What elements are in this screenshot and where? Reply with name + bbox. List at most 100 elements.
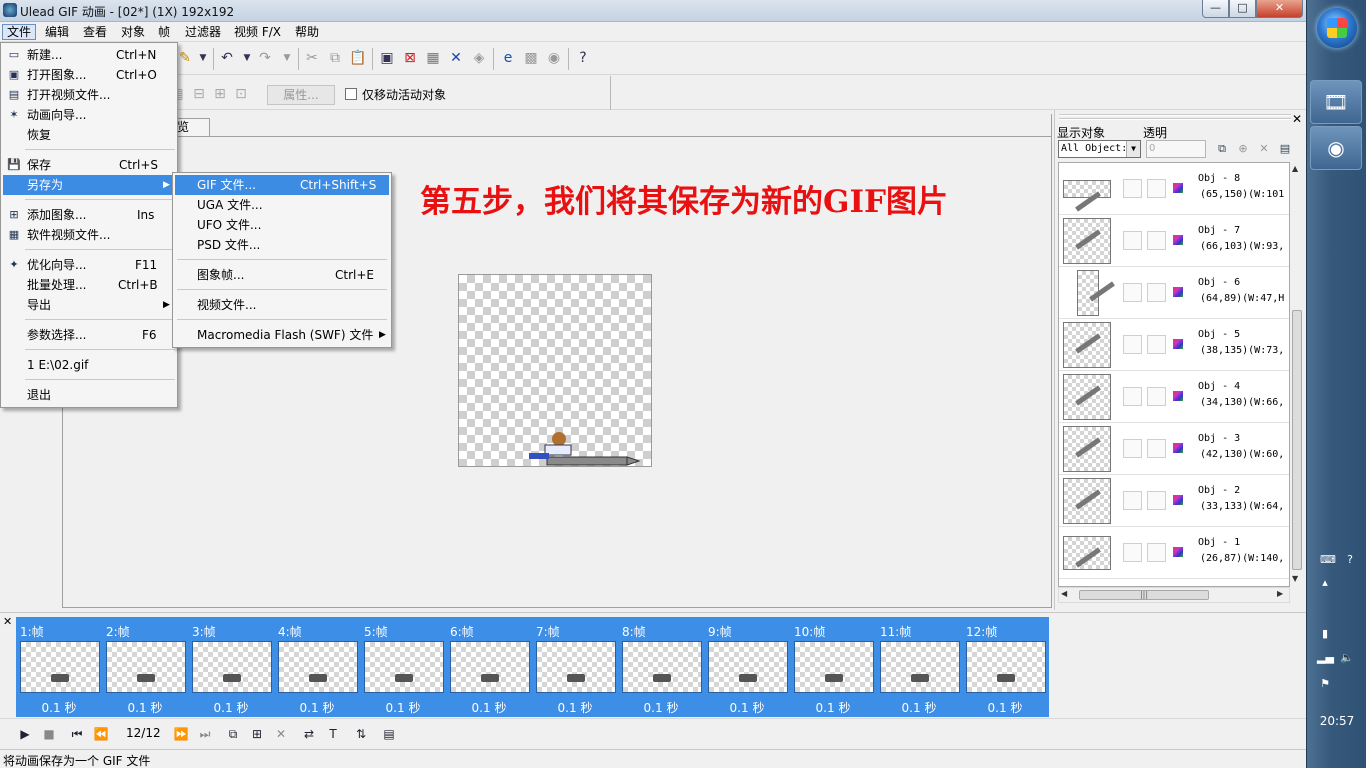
add-frame-icon[interactable]: ⧉ [224,725,242,743]
frame-delay[interactable]: 0.1 秒 [360,699,446,716]
frame-delay[interactable]: 0.1 秒 [704,699,790,716]
play-icon[interactable]: ▶ [16,725,34,743]
properties-button[interactable]: 属性... [267,85,335,105]
duplicate-frame-icon[interactable]: ⊞ [248,725,266,743]
object-row[interactable]: Obj - 3 (42,130)(W:60, [1059,423,1289,475]
next-frame-icon[interactable]: ⏩ [172,725,190,743]
frame-delay[interactable]: 0.1 秒 [16,699,102,716]
paste-icon[interactable]: 📋 [349,49,367,67]
frame-item[interactable]: 2:帧 0.1 秒 [102,617,188,717]
object-row[interactable]: Obj - 5 (38,135)(W:73, [1059,319,1289,371]
object-visibility-box[interactable] [1123,231,1142,250]
menu-file[interactable]: 文件 [2,24,37,40]
frame-item[interactable]: 9:帧 0.1 秒 [704,617,790,717]
copy-icon[interactable]: ⧉ [326,49,344,67]
object-row[interactable]: Obj - 8 (65,150)(W:101 [1059,163,1289,215]
menu-filter[interactable]: 过滤器 [181,24,225,40]
frame-delay[interactable]: 0.1 秒 [532,699,618,716]
frame-delay[interactable]: 0.1 秒 [618,699,704,716]
scroll-up-icon[interactable]: ▲ [1292,164,1298,173]
frame-delay[interactable]: 0.1 秒 [876,699,962,716]
object-row[interactable]: Obj - 4 (34,130)(W:66, [1059,371,1289,423]
object-lock-box[interactable] [1147,439,1166,458]
frame-item[interactable]: 8:帧 0.1 秒 [618,617,704,717]
minimize-button[interactable]: — [1202,0,1229,18]
menu-item-new[interactable]: ▭ 新建... Ctrl+N [3,45,175,65]
object-row[interactable]: Obj - 2 (33,133)(W:64, [1059,475,1289,527]
frame-delay[interactable]: 0.1 秒 [188,699,274,716]
align-middle-icon[interactable]: ⊞ [211,85,229,103]
paint-icon[interactable]: ✎ [176,49,194,67]
menu-item-exit[interactable]: 退出 [3,385,175,405]
frame-delay[interactable]: 0.1 秒 [962,699,1048,716]
frame-item[interactable]: 11:帧 0.1 秒 [876,617,962,717]
object-row[interactable]: Obj - 6 (64,89)(W:47,H [1059,267,1289,319]
scroll-left-icon[interactable]: ◀ [1061,589,1067,598]
tray-expand-icon[interactable]: ▴ [1317,575,1333,591]
object-row[interactable]: Obj - 1 (26,87)(W:140, [1059,527,1289,579]
image-size-icon[interactable]: ⊠ [401,49,419,67]
image-canvas[interactable] [458,274,652,467]
volume-icon[interactable]: 🔈 [1339,650,1355,666]
object-visibility-box[interactable] [1123,179,1142,198]
frame-properties-icon[interactable]: ▤ [380,725,398,743]
plugin-icon[interactable]: ◉ [545,49,563,67]
submenu-item-uga[interactable]: UGA 文件... [175,195,389,215]
menu-item-revert[interactable]: 恢复 [3,125,175,145]
browser-preview-icon[interactable]: e [499,49,517,67]
only-move-active-checkbox[interactable] [345,88,357,100]
transparency-spinner[interactable]: 0 [1146,140,1206,158]
frame-delay[interactable]: 0.1 秒 [274,699,360,716]
align-top-icon[interactable]: ⊟ [190,85,208,103]
device-icon[interactable]: ▮ [1317,626,1333,642]
object-list-hscroll[interactable]: ◀ ||| ▶ [1058,587,1290,603]
menu-item-batch[interactable]: 批量处理... Ctrl+B [3,275,175,295]
menu-view[interactable]: 查看 [79,24,111,40]
help-cursor-icon[interactable]: ? [574,49,592,67]
undo-dropdown-icon[interactable]: ▼ [238,49,256,67]
menu-frame[interactable]: 帧 [154,24,174,40]
submenu-item-flash[interactable]: Macromedia Flash (SWF) 文件 ▶ [175,325,389,345]
frame-item[interactable]: 1:帧 0.1 秒 [16,617,102,717]
cut-icon[interactable]: ✂ [303,49,321,67]
taskbar-app-button[interactable]: ◉ [1310,126,1362,170]
reverse-frames-icon[interactable]: ⇅ [352,725,370,743]
maximize-button[interactable]: □ [1229,0,1256,18]
menu-item-recent-file[interactable]: 1 E:\02.gif [3,355,175,375]
menu-edit[interactable]: 编辑 [41,24,73,40]
frame-delay[interactable]: 0.1 秒 [790,699,876,716]
delete-frame-icon[interactable]: ✕ [272,725,290,743]
menu-help[interactable]: 帮助 [291,24,323,40]
menu-item-preferences[interactable]: 参数选择... F6 [3,325,175,345]
menu-item-save[interactable]: 💾 保存 Ctrl+S [3,155,175,175]
frame-delay[interactable]: 0.1 秒 [102,699,188,716]
frame-item[interactable]: 7:帧 0.1 秒 [532,617,618,717]
new-object-icon[interactable]: ⧉ [1215,142,1229,156]
submenu-item-gif[interactable]: GIF 文件... Ctrl+Shift+S [175,175,389,195]
object-visibility-box[interactable] [1123,283,1142,302]
object-lock-box[interactable] [1147,491,1166,510]
menu-item-open-image[interactable]: ▣ 打开图象... Ctrl+O [3,65,175,85]
action-center-icon[interactable]: ⚑ [1317,676,1333,692]
scroll-thumb[interactable] [1292,310,1302,570]
previous-frame-icon[interactable]: ⏪ [92,725,110,743]
redo-icon[interactable]: ↷ [256,49,274,67]
undo-icon[interactable]: ↶ [218,49,236,67]
menu-item-open-video[interactable]: ▤ 打开视频文件... [3,85,175,105]
object-visibility-box[interactable] [1123,387,1142,406]
crop-icon[interactable]: ▣ [378,49,396,67]
taskbar-clock[interactable]: 20:57 [1307,714,1366,728]
menu-item-export[interactable]: 导出 ▶ [3,295,175,315]
network-icon[interactable]: ▂▄ [1317,650,1334,666]
frame-item[interactable]: 4:帧 0.1 秒 [274,617,360,717]
frame-delay[interactable]: 0.1 秒 [446,699,532,716]
align-bottom-icon[interactable]: ⊡ [232,85,250,103]
menu-object[interactable]: 对象 [117,24,149,40]
object-lock-box[interactable] [1147,387,1166,406]
canvas-icon[interactable]: ▦ [424,49,442,67]
object-row[interactable]: Obj - 7 (66,103)(W:93, [1059,215,1289,267]
delete-object-icon[interactable]: ✕ [447,49,465,67]
frame-item[interactable]: 12:帧 0.1 秒 [962,617,1048,717]
last-frame-icon[interactable]: ⏭ [196,725,214,743]
object-lock-box[interactable] [1147,179,1166,198]
